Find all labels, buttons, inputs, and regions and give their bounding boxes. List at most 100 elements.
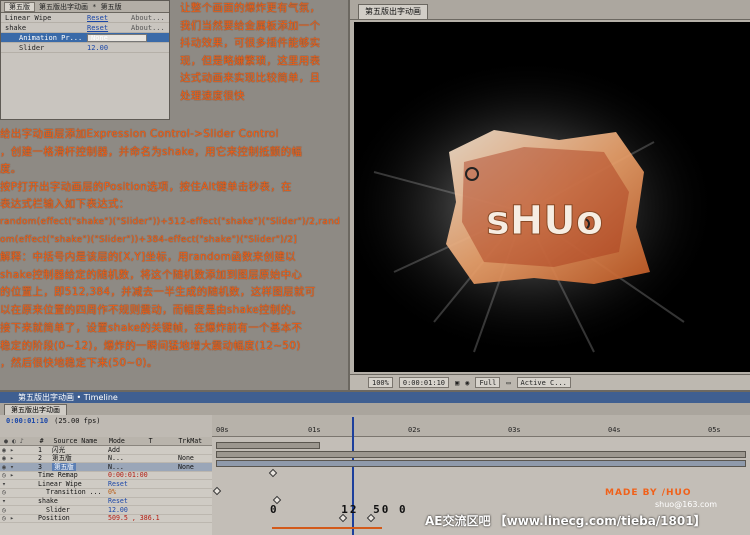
tutorial-line: 稳定的阶段(0~12)，爆炸的一瞬间猛地增大震动幅度(12~50) bbox=[0, 339, 301, 352]
watermark: MADE BY /HUO bbox=[605, 488, 692, 498]
source-header: Source Name bbox=[53, 437, 98, 445]
tutorial-line: 以在原来位置的四周作不规则震动，而幅度是由shake控制的。 bbox=[0, 303, 303, 316]
layer-mode[interactable]: N... bbox=[108, 454, 148, 463]
stopwatch-icon[interactable]: ◷ ▸ bbox=[0, 471, 38, 480]
property-name: Time Remap bbox=[38, 471, 78, 480]
layer-mode[interactable]: N... bbox=[108, 463, 148, 472]
current-time-indicator[interactable] bbox=[352, 417, 354, 535]
layer-name[interactable]: 第五版 bbox=[52, 462, 76, 471]
reset-link[interactable]: Reset bbox=[108, 497, 128, 506]
layer-bar[interactable] bbox=[216, 460, 746, 467]
property-value[interactable]: 0% bbox=[108, 488, 116, 497]
stopwatch-icon[interactable]: ◷ bbox=[0, 506, 38, 515]
region-icon[interactable]: ▭ bbox=[506, 379, 510, 387]
zoom-select[interactable]: 100% bbox=[368, 377, 393, 388]
tutorial-line: 解释：中括号内是该层的[X,Y]坐标，用random函数来创建以 bbox=[0, 251, 296, 264]
slider-keyframe-value: 50 bbox=[373, 503, 391, 516]
time-ruler[interactable]: 00s 01s 02s 03s 04s 05s bbox=[212, 415, 750, 437]
layer-name[interactable]: 闪光 bbox=[52, 446, 108, 455]
property-name: Transition ... bbox=[46, 488, 102, 497]
tutorial-text: 让整个画面的爆炸更有气氛， 我们当然要给金属板添加一个 抖动效果，可很多插件能够… bbox=[0, 0, 350, 385]
composition-tabbar: 第五版出字动画 bbox=[350, 0, 750, 20]
tutorial-mid-block: 给出字动画层添加Expression Control->Slider Contr… bbox=[0, 126, 350, 320]
tutorial-line: shake控制器给定的随机数，将这个随机数添加到图层原始中心 bbox=[0, 268, 303, 281]
t-header: T bbox=[148, 437, 153, 445]
tutorial-line: 度。 bbox=[0, 163, 22, 176]
camera-select[interactable]: Active C... bbox=[516, 377, 571, 388]
property-value[interactable]: 12.00 bbox=[108, 506, 128, 515]
tutorial-line: 给出字动画层添加Expression Control->Slider Contr… bbox=[0, 128, 279, 140]
layer-name[interactable]: 第五版 bbox=[52, 454, 108, 463]
composition-footer: 100% 0:00:01:10 ▣ ◉ Full ▭ Active C... bbox=[350, 374, 750, 390]
property-name: shake bbox=[38, 497, 58, 506]
explosion-render: sHUo bbox=[354, 57, 719, 357]
timeline-tabbar: 第五版出字动画 bbox=[0, 403, 750, 415]
footer-caption: AE交流区吧 【www.linecg.com/tieba/1801】 bbox=[425, 514, 706, 528]
tutorial-code: om(effect("shake")("Slider"))+384-effect… bbox=[0, 234, 298, 245]
tutorial-code: random(effect("shake")("Slider"))+512-ef… bbox=[0, 216, 341, 227]
stopwatch-icon[interactable]: ◷ ▸ bbox=[0, 514, 38, 523]
slider-keyframe-value: 0 bbox=[399, 503, 408, 516]
keyframe[interactable] bbox=[268, 468, 278, 478]
tutorial-line: 达式动画来实现比较简单，且 bbox=[180, 72, 321, 85]
mode-header: Mode bbox=[108, 437, 125, 445]
composition-panel: 第五版出字动画 sHUo 100% 0:00:01:10 ▣ ◉ Full ▭ … bbox=[348, 0, 750, 390]
timecode-field[interactable]: 0:00:01:10 bbox=[398, 377, 450, 388]
tutorial-line: ，然后很快地稳定下来(50~0)。 bbox=[0, 357, 158, 370]
ruler-label: 05s bbox=[708, 426, 721, 434]
ruler-label: 03s bbox=[508, 426, 521, 434]
tutorial-line: 接下来就简单了，设置shake的关键帧，在爆炸前有一个基本不 bbox=[0, 322, 303, 334]
tutorial-bottom-block: 接下来就简单了，设置shake的关键帧，在爆炸前有一个基本不 稳定的阶段(0~1… bbox=[0, 320, 350, 373]
fps-label: (25.00 fps) bbox=[54, 417, 101, 425]
property-row[interactable]: ◷ ▸ Position 509.5 , 386.1 bbox=[0, 514, 212, 524]
tutorial-line: 抖动效果，可很多插件能够实 bbox=[180, 37, 321, 50]
tab-timeline-comp[interactable]: 第五版出字动画 bbox=[4, 404, 67, 415]
tutorial-line: ，创建一格滑杆控制器，并命名为shake，用它来控制抵颤的幅 bbox=[0, 145, 303, 158]
layer-trkmat[interactable]: None bbox=[178, 463, 212, 472]
keyframe[interactable] bbox=[212, 486, 222, 496]
author-email: shuo@163.com bbox=[655, 500, 718, 509]
tab-composition[interactable]: 第五版出字动画 bbox=[358, 4, 428, 19]
stopwatch-icon[interactable]: ◷ bbox=[0, 488, 38, 497]
layer-trkmat[interactable]: None bbox=[178, 454, 212, 463]
color-channels-icon[interactable]: ◉ bbox=[465, 379, 469, 387]
eye-icon[interactable]: ◉ ▸ bbox=[0, 454, 38, 463]
layer-mode[interactable]: Add bbox=[108, 446, 148, 455]
layer-index: 3 bbox=[38, 462, 42, 471]
tutorial-line: 按P打开出字动画层的Position选项，按住Alt键单击秒表，在 bbox=[0, 180, 292, 193]
tutorial-line: 让整个画面的爆炸更有气氛， bbox=[180, 2, 321, 14]
slider-keyframe-values: 0 12 50 0 bbox=[270, 503, 408, 516]
property-value[interactable]: 509.5 , 386.1 bbox=[108, 514, 160, 523]
eye-icon[interactable]: ◉ ▾ bbox=[0, 463, 38, 472]
layer-bar[interactable] bbox=[216, 442, 320, 449]
work-area-bar[interactable] bbox=[272, 527, 382, 529]
tutorial-top-block: 让整个画面的爆炸更有气氛， 我们当然要给金属板添加一个 抖动效果，可很多插件能够… bbox=[180, 0, 320, 106]
property-value[interactable]: 0:00:01:00 bbox=[108, 471, 148, 480]
composition-canvas[interactable]: sHUo bbox=[354, 22, 750, 372]
tutorial-line: 现，但是略嫌繁琐，这里用表 bbox=[180, 54, 321, 67]
ruler-label: 00s bbox=[216, 426, 229, 434]
ruler-label: 04s bbox=[608, 426, 621, 434]
slider-keyframe-value: 0 bbox=[270, 503, 279, 516]
tutorial-line: 处理速度很快 bbox=[180, 89, 245, 102]
ruler-label: 02s bbox=[408, 426, 421, 434]
app-root: 第五版 第五版出字动画 * 第五版 Linear Wipe Reset Abou… bbox=[0, 0, 750, 535]
trkmat-header: TrkMat bbox=[178, 437, 203, 445]
resolution-select[interactable]: Full bbox=[475, 377, 501, 388]
timeline-timecode[interactable]: 0:00:01:10 bbox=[6, 417, 48, 425]
property-name: Linear Wipe bbox=[38, 479, 82, 488]
eye-icon[interactable]: ◉ ▸ bbox=[0, 446, 38, 455]
switches-header: ● ◐ ♪ bbox=[4, 437, 24, 445]
tutorial-line: 我们当然要给金属板添加一个 bbox=[180, 19, 321, 32]
layer-bar[interactable] bbox=[216, 451, 746, 458]
camera-icon[interactable]: ▣ bbox=[455, 379, 459, 387]
property-name: Position bbox=[38, 514, 70, 523]
property-name: Slider bbox=[46, 505, 70, 514]
canvas-title: sHUo bbox=[486, 198, 603, 244]
layer-list: ● ◐ ♪ # Source Name Mode T TrkMat ◉ ▸ 1 … bbox=[0, 437, 212, 535]
ruler-label: 01s bbox=[308, 426, 321, 434]
reset-link[interactable]: Reset bbox=[108, 480, 128, 489]
layer-index: 2 bbox=[38, 454, 42, 463]
slider-keyframe-value: 12 bbox=[341, 503, 359, 516]
layer-index: 1 bbox=[38, 445, 42, 454]
